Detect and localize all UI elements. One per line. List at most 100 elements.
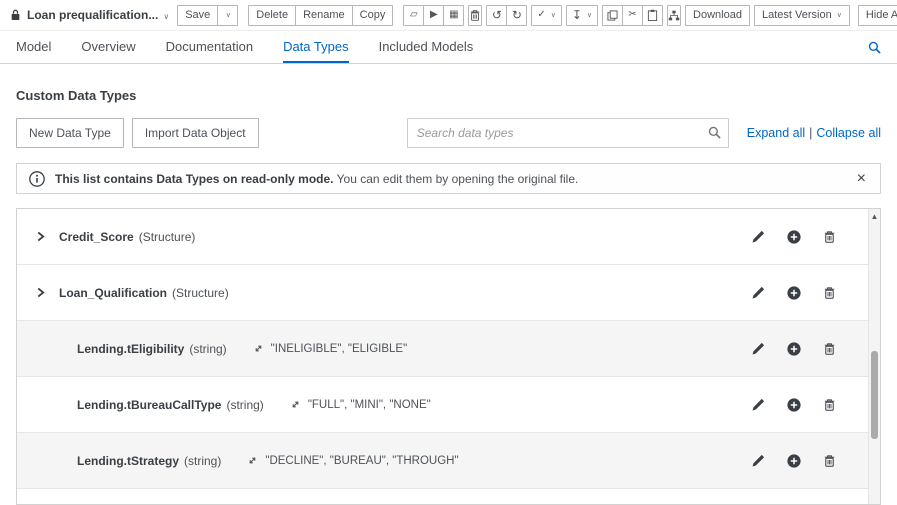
chevron-down-icon: ∨ <box>837 12 842 19</box>
tab-data-types[interactable]: Data Types <box>283 31 349 63</box>
tab-overview[interactable]: Overview <box>81 31 135 63</box>
page-title: Custom Data Types <box>16 88 881 103</box>
scrollbar-thumb[interactable] <box>871 351 878 440</box>
delete-icon[interactable] <box>823 230 836 244</box>
add-field-icon[interactable] <box>787 230 801 244</box>
data-type-constraint-values: "FULL", "MINI", "NONE" <box>308 399 431 411</box>
copy-button[interactable]: Copy <box>352 5 394 26</box>
cut-button[interactable]: ✂ <box>622 5 643 26</box>
play-button[interactable]: ▶ <box>423 5 444 26</box>
data-type-row: Lending.tEligibility (string) "INELIGIBL… <box>17 321 880 377</box>
search-data-types <box>407 118 729 148</box>
tab-model[interactable]: Model <box>16 31 51 63</box>
data-type-row: Credit_Score (Structure) <box>17 209 880 265</box>
chevron-down-icon: ∨ <box>587 12 592 19</box>
chevron-right-icon[interactable] <box>36 287 45 298</box>
data-type-kind: (Structure) <box>139 230 196 244</box>
eraser-button[interactable]: ▱ <box>403 5 424 26</box>
delete-icon[interactable] <box>823 286 836 300</box>
trash-button[interactable] <box>468 5 482 26</box>
alert-text-normal: You can edit them by opening the origina… <box>337 172 579 186</box>
validate-button[interactable]: ✓∨ <box>531 5 562 26</box>
undo-icon: ↺ <box>492 9 502 21</box>
data-type-name: Lending.tStrategy <box>77 454 179 468</box>
add-field-icon[interactable] <box>787 342 801 356</box>
redo-button[interactable]: ↻ <box>506 5 527 26</box>
edit-icon[interactable] <box>752 454 765 468</box>
scissors-icon: ✂ <box>628 10 636 20</box>
row-actions <box>752 230 880 244</box>
chevron-down-icon: ∨ <box>226 12 231 19</box>
tree-view-button[interactable] <box>667 5 681 26</box>
copy-icon <box>607 10 618 21</box>
delete-icon[interactable] <box>823 454 836 468</box>
document-title[interactable]: Loan prequalification... <box>27 8 158 22</box>
rename-button[interactable]: Rename <box>295 5 353 26</box>
grid-button[interactable]: ▦ <box>443 5 464 26</box>
add-field-icon[interactable] <box>787 454 801 468</box>
alert-text: This list contains Data Types on read-on… <box>55 172 578 186</box>
data-type-name: Loan_Qualification <box>59 286 167 300</box>
data-type-name: Lending.tBureauCallType <box>77 398 221 412</box>
data-type-row <box>17 489 880 505</box>
paste-icon <box>647 9 658 21</box>
redo-icon: ↻ <box>512 9 522 21</box>
chevron-down-icon[interactable]: ∨ <box>163 12 169 21</box>
delete-icon[interactable] <box>823 342 836 356</box>
scroll-up-icon[interactable]: ▲ <box>869 212 880 221</box>
undo-button[interactable]: ↺ <box>486 5 507 26</box>
export-icon: ↧ <box>572 9 582 21</box>
delete-button[interactable]: Delete <box>248 5 296 26</box>
download-button[interactable]: Download <box>685 5 750 26</box>
add-field-icon[interactable] <box>787 286 801 300</box>
edit-icon[interactable] <box>752 230 765 244</box>
data-type-row: Lending.tBureauCallType (string) "FULL",… <box>17 377 880 433</box>
import-data-object-button[interactable]: Import Data Object <box>132 118 259 148</box>
save-split-button: Save ∨ <box>177 5 238 26</box>
data-types-list: Credit_Score (Structure) Loan_Qualificat… <box>16 208 881 505</box>
export-button[interactable]: ↧∨ <box>566 5 598 26</box>
row-actions <box>752 342 880 356</box>
scrollbar[interactable]: ▲ <box>868 209 880 504</box>
version-dropdown[interactable]: Latest Version ∨ <box>754 5 850 26</box>
hide-alerts-button[interactable]: Hide Alerts <box>858 5 897 26</box>
tab-included-models[interactable]: Included Models <box>379 31 474 63</box>
data-types-page: Custom Data Types New Data Type Import D… <box>0 88 897 505</box>
copy-item-button[interactable] <box>602 5 623 26</box>
validate-check-icon: ✓ <box>537 10 545 20</box>
data-type-kind: (string) <box>184 454 221 468</box>
save-button[interactable]: Save <box>177 5 218 26</box>
trash-icon <box>469 9 481 21</box>
alert-text-bold: This list contains Data Types on read-on… <box>55 172 334 186</box>
data-type-constraint-values: "DECLINE", "BUREAU", "THROUGH" <box>265 455 458 467</box>
constraint-icon <box>247 455 258 466</box>
data-type-name: Credit_Score <box>59 230 134 244</box>
data-type-kind: (string) <box>189 342 226 356</box>
constraint-icon <box>290 399 301 410</box>
save-dropdown-button[interactable]: ∨ <box>217 5 238 26</box>
constraint-icon <box>253 343 264 354</box>
delete-icon[interactable] <box>823 398 836 412</box>
links-divider: | <box>809 126 812 140</box>
add-field-icon[interactable] <box>787 398 801 412</box>
chevron-right-icon[interactable] <box>36 231 45 242</box>
search-icon[interactable] <box>708 126 721 139</box>
paste-button[interactable] <box>642 5 663 26</box>
lock-icon <box>10 9 21 21</box>
search-data-types-input[interactable] <box>407 118 729 148</box>
search-icon[interactable] <box>868 41 881 54</box>
new-data-type-button[interactable]: New Data Type <box>16 118 124 148</box>
data-type-row: Loan_Qualification (Structure) <box>17 265 880 321</box>
expand-all-link[interactable]: Expand all <box>747 126 805 140</box>
undo-redo-group: ↺ ↻ <box>486 5 527 26</box>
tab-documentation[interactable]: Documentation <box>166 31 253 63</box>
edit-icon[interactable] <box>752 342 765 356</box>
clipboard-group: ✂ <box>602 5 663 26</box>
close-icon[interactable]: × <box>855 171 868 187</box>
edit-icon[interactable] <box>752 286 765 300</box>
data-type-kind: (string) <box>226 398 263 412</box>
edit-icon[interactable] <box>752 398 765 412</box>
data-type-constraint-values: "INELIGIBLE", "ELIGIBLE" <box>271 343 408 355</box>
collapse-all-link[interactable]: Collapse all <box>816 126 881 140</box>
play-icon: ▶ <box>430 10 438 20</box>
